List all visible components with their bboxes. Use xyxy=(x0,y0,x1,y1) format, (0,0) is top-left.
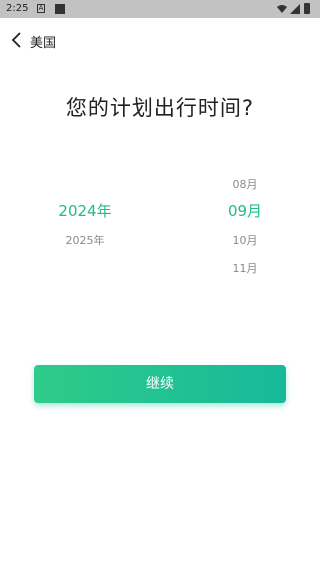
year-option[interactable]: 2025年 xyxy=(40,232,130,248)
header-title: 美国 xyxy=(30,36,57,51)
status-time: 2:25 xyxy=(6,3,29,14)
signal-icon xyxy=(290,4,300,14)
year-picker-column[interactable]: 2024年 2025年 xyxy=(40,170,130,290)
notification-square-icon xyxy=(55,4,65,14)
month-option[interactable]: 10月 xyxy=(205,232,285,248)
status-bar: 2:25 A xyxy=(0,0,320,18)
header: 美国 xyxy=(0,26,320,54)
wifi-icon xyxy=(277,5,287,13)
page-title: 您的计划出行时间? xyxy=(65,96,255,120)
year-option-selected[interactable]: 2024年 xyxy=(40,200,130,221)
month-option[interactable]: 08月 xyxy=(205,176,285,192)
notification-icon: A xyxy=(37,4,45,13)
back-arrow-icon[interactable] xyxy=(10,31,26,49)
battery-icon xyxy=(304,3,310,14)
continue-button[interactable]: 继续 xyxy=(34,365,286,403)
month-picker-column[interactable]: 08月 09月 10月 11月 xyxy=(205,170,285,290)
month-option-selected[interactable]: 09月 xyxy=(205,200,285,221)
month-option[interactable]: 11月 xyxy=(205,260,285,276)
date-picker[interactable]: 2024年 2025年 08月 09月 10月 11月 xyxy=(0,170,320,290)
